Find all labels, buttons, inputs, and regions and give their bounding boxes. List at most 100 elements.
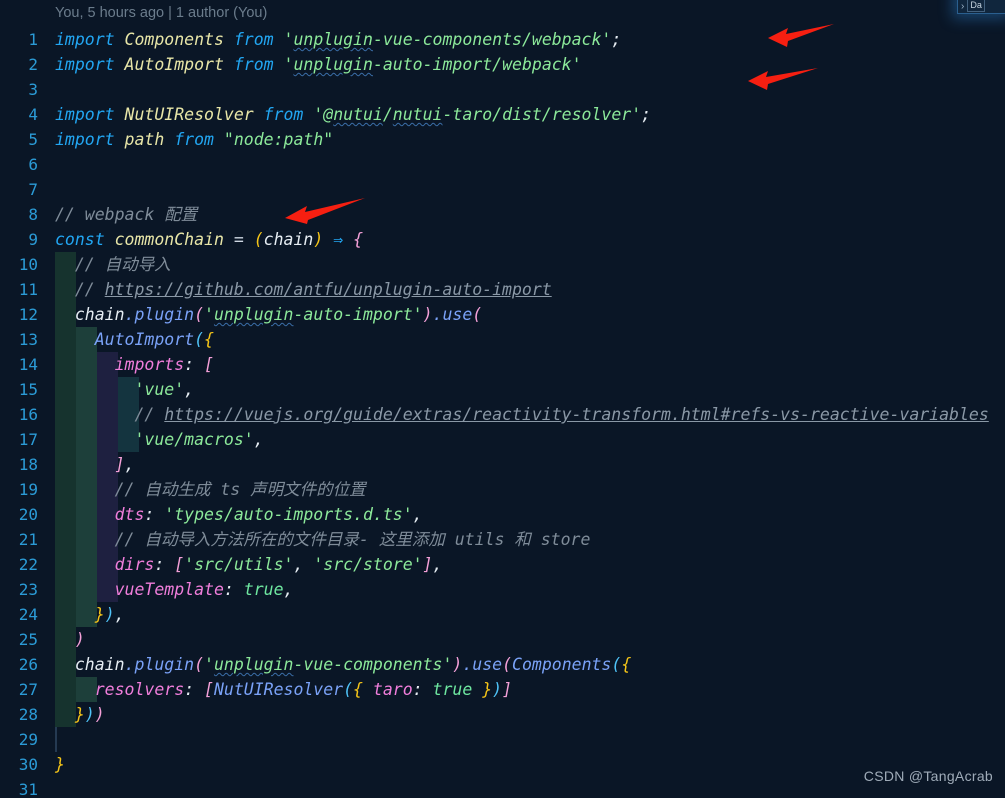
code-line[interactable]: 20 dts: 'types/auto-imports.d.ts',	[0, 502, 1005, 527]
line-content[interactable]: dirs: ['src/utils', 'src/store'],	[55, 552, 443, 577]
code-editor[interactable]: You, 5 hours ago | 1 author (You) 1 impor…	[0, 0, 1005, 798]
code-line[interactable]: 10 // 自动导入	[0, 252, 1005, 277]
code-line[interactable]: 25 )	[0, 627, 1005, 652]
code-token: commonChain	[114, 230, 224, 249]
line-content[interactable]: )	[55, 627, 85, 652]
line-content[interactable]: }))	[55, 702, 105, 727]
code-line[interactable]: 17 'vue/macros',	[0, 427, 1005, 452]
code-line[interactable]: 2 import AutoImport from 'unplugin-auto-i…	[0, 52, 1005, 77]
line-number: 13	[18, 330, 38, 349]
code-line[interactable]: 31	[0, 777, 1005, 798]
code-line[interactable]: 5 import path from "node:path"	[0, 127, 1005, 152]
line-number: 7	[28, 180, 38, 199]
code-token: )	[422, 305, 433, 324]
code-line[interactable]: 3	[0, 77, 1005, 102]
line-content[interactable]: AutoImport({	[55, 327, 214, 352]
code-token: )	[313, 230, 324, 249]
line-content[interactable]: resolvers: [NutUIResolver({ taro: true }…	[55, 677, 512, 702]
code-line[interactable]: 23 vueTemplate: true,	[0, 577, 1005, 602]
code-line[interactable]: 16 // https://vuejs.org/guide/extras/rea…	[0, 402, 1005, 427]
code-line[interactable]: 12 chain.plugin('unplugin-auto-import').…	[0, 302, 1005, 327]
editor-corner-widget[interactable]: › Da	[957, 0, 1005, 14]
code-line[interactable]: 1 import Components from 'unplugin-vue-co…	[0, 27, 1005, 52]
code-line[interactable]: 26 chain.plugin('unplugin-vue-components…	[0, 652, 1005, 677]
code-line[interactable]: 15 'vue',	[0, 377, 1005, 402]
code-lines-container[interactable]: 1 import Components from 'unplugin-vue-co…	[0, 27, 1005, 798]
code-token: // 自动导入方法所在的文件目录- 这里添加 utils 和 store	[55, 530, 591, 549]
code-token: ⇒	[333, 230, 344, 249]
line-number: 2	[28, 55, 38, 74]
line-content[interactable]: ],	[55, 452, 135, 477]
watermark-label: CSDN @TangAcrab	[863, 768, 993, 784]
code-token: (	[253, 230, 264, 249]
line-content[interactable]: }	[55, 752, 65, 777]
code-line[interactable]: 29	[0, 727, 1005, 752]
code-line[interactable]: 8 // webpack 配置	[0, 202, 1005, 227]
code-token: ]	[114, 455, 125, 474]
code-line[interactable]: 4 import NutUIResolver from '@nutui/nutui…	[0, 102, 1005, 127]
code-token: :	[144, 505, 155, 524]
code-line[interactable]: 9 const commonChain = (chain) ⇒ {	[0, 227, 1005, 252]
code-line[interactable]: 22 dirs: ['src/utils', 'src/store'],	[0, 552, 1005, 577]
line-content[interactable]: import AutoImport from 'unplugin-auto-im…	[55, 52, 582, 77]
code-line[interactable]: 13 AutoImport({	[0, 327, 1005, 352]
code-token: true	[243, 580, 284, 599]
code-token: // 自动生成 ts 声明文件的位置	[55, 480, 366, 499]
line-content[interactable]: import Components from 'unplugin-vue-com…	[55, 27, 621, 52]
code-token: // 自动导入	[55, 255, 171, 274]
code-token: from	[263, 105, 304, 124]
code-line[interactable]: 14 imports: [	[0, 352, 1005, 377]
line-content[interactable]: dts: 'types/auto-imports.d.ts',	[55, 502, 423, 527]
code-line[interactable]: 21 // 自动导入方法所在的文件目录- 这里添加 utils 和 store	[0, 527, 1005, 552]
line-content[interactable]: // 自动导入方法所在的文件目录- 这里添加 utils 和 store	[55, 527, 591, 552]
code-token: use	[442, 305, 473, 324]
code-line[interactable]: 11 // https://github.com/antfu/unplugin-…	[0, 277, 1005, 302]
line-content[interactable]: import NutUIResolver from '@nutui/nutui-…	[55, 102, 651, 127]
code-line[interactable]: 27 resolvers: [NutUIResolver({ taro: tru…	[0, 677, 1005, 702]
code-token: [	[204, 355, 214, 374]
corner-widget-chip[interactable]: Da	[967, 0, 985, 12]
code-line[interactable]: 30}	[0, 752, 1005, 777]
line-content[interactable]: // 自动导入	[55, 252, 171, 277]
code-line[interactable]: 18 ],	[0, 452, 1005, 477]
code-line[interactable]: 19 // 自动生成 ts 声明文件的位置	[0, 477, 1005, 502]
code-token: import	[55, 130, 115, 149]
code-line[interactable]: 24 }),	[0, 602, 1005, 627]
line-content[interactable]: 'vue',	[55, 377, 194, 402]
code-token: NutUIResolver	[213, 680, 344, 699]
code-line[interactable]: 7	[0, 177, 1005, 202]
line-number: 16	[18, 405, 38, 424]
line-number: 8	[28, 205, 38, 224]
line-content[interactable]: vueTemplate: true,	[55, 577, 294, 602]
line-number: 22	[18, 555, 38, 574]
line-content[interactable]: chain.plugin('unplugin-auto-import').use…	[55, 302, 482, 327]
line-content[interactable]: // https://github.com/antfu/unplugin-aut…	[55, 277, 552, 302]
line-number: 18	[18, 455, 38, 474]
code-token: '	[204, 305, 214, 324]
line-content[interactable]: }),	[55, 602, 125, 627]
line-content[interactable]: // https://vuejs.org/guide/extras/reacti…	[55, 402, 988, 427]
line-content[interactable]: // 自动生成 ts 声明文件的位置	[55, 477, 366, 502]
code-token: }	[55, 755, 65, 774]
code-token: NutUIResolver	[124, 105, 254, 124]
line-content[interactable]: imports: [	[55, 352, 214, 377]
line-content[interactable]: import path from "node:path"	[55, 127, 333, 152]
code-line[interactable]: 28 }))	[0, 702, 1005, 727]
code-token: }	[94, 605, 105, 624]
code-line[interactable]: 6	[0, 152, 1005, 177]
code-token: ]	[422, 555, 433, 574]
line-content[interactable]: // webpack 配置	[55, 202, 197, 227]
line-content[interactable]: chain.plugin('unplugin-vue-components').…	[55, 652, 631, 677]
code-token: ,	[412, 505, 423, 524]
line-content[interactable]: const commonChain = (chain) ⇒ {	[55, 227, 363, 252]
code-token: taro	[372, 680, 413, 699]
line-content[interactable]: 'vue/macros',	[55, 427, 263, 452]
code-token: imports	[114, 355, 185, 374]
code-token: unplugin	[293, 30, 373, 49]
